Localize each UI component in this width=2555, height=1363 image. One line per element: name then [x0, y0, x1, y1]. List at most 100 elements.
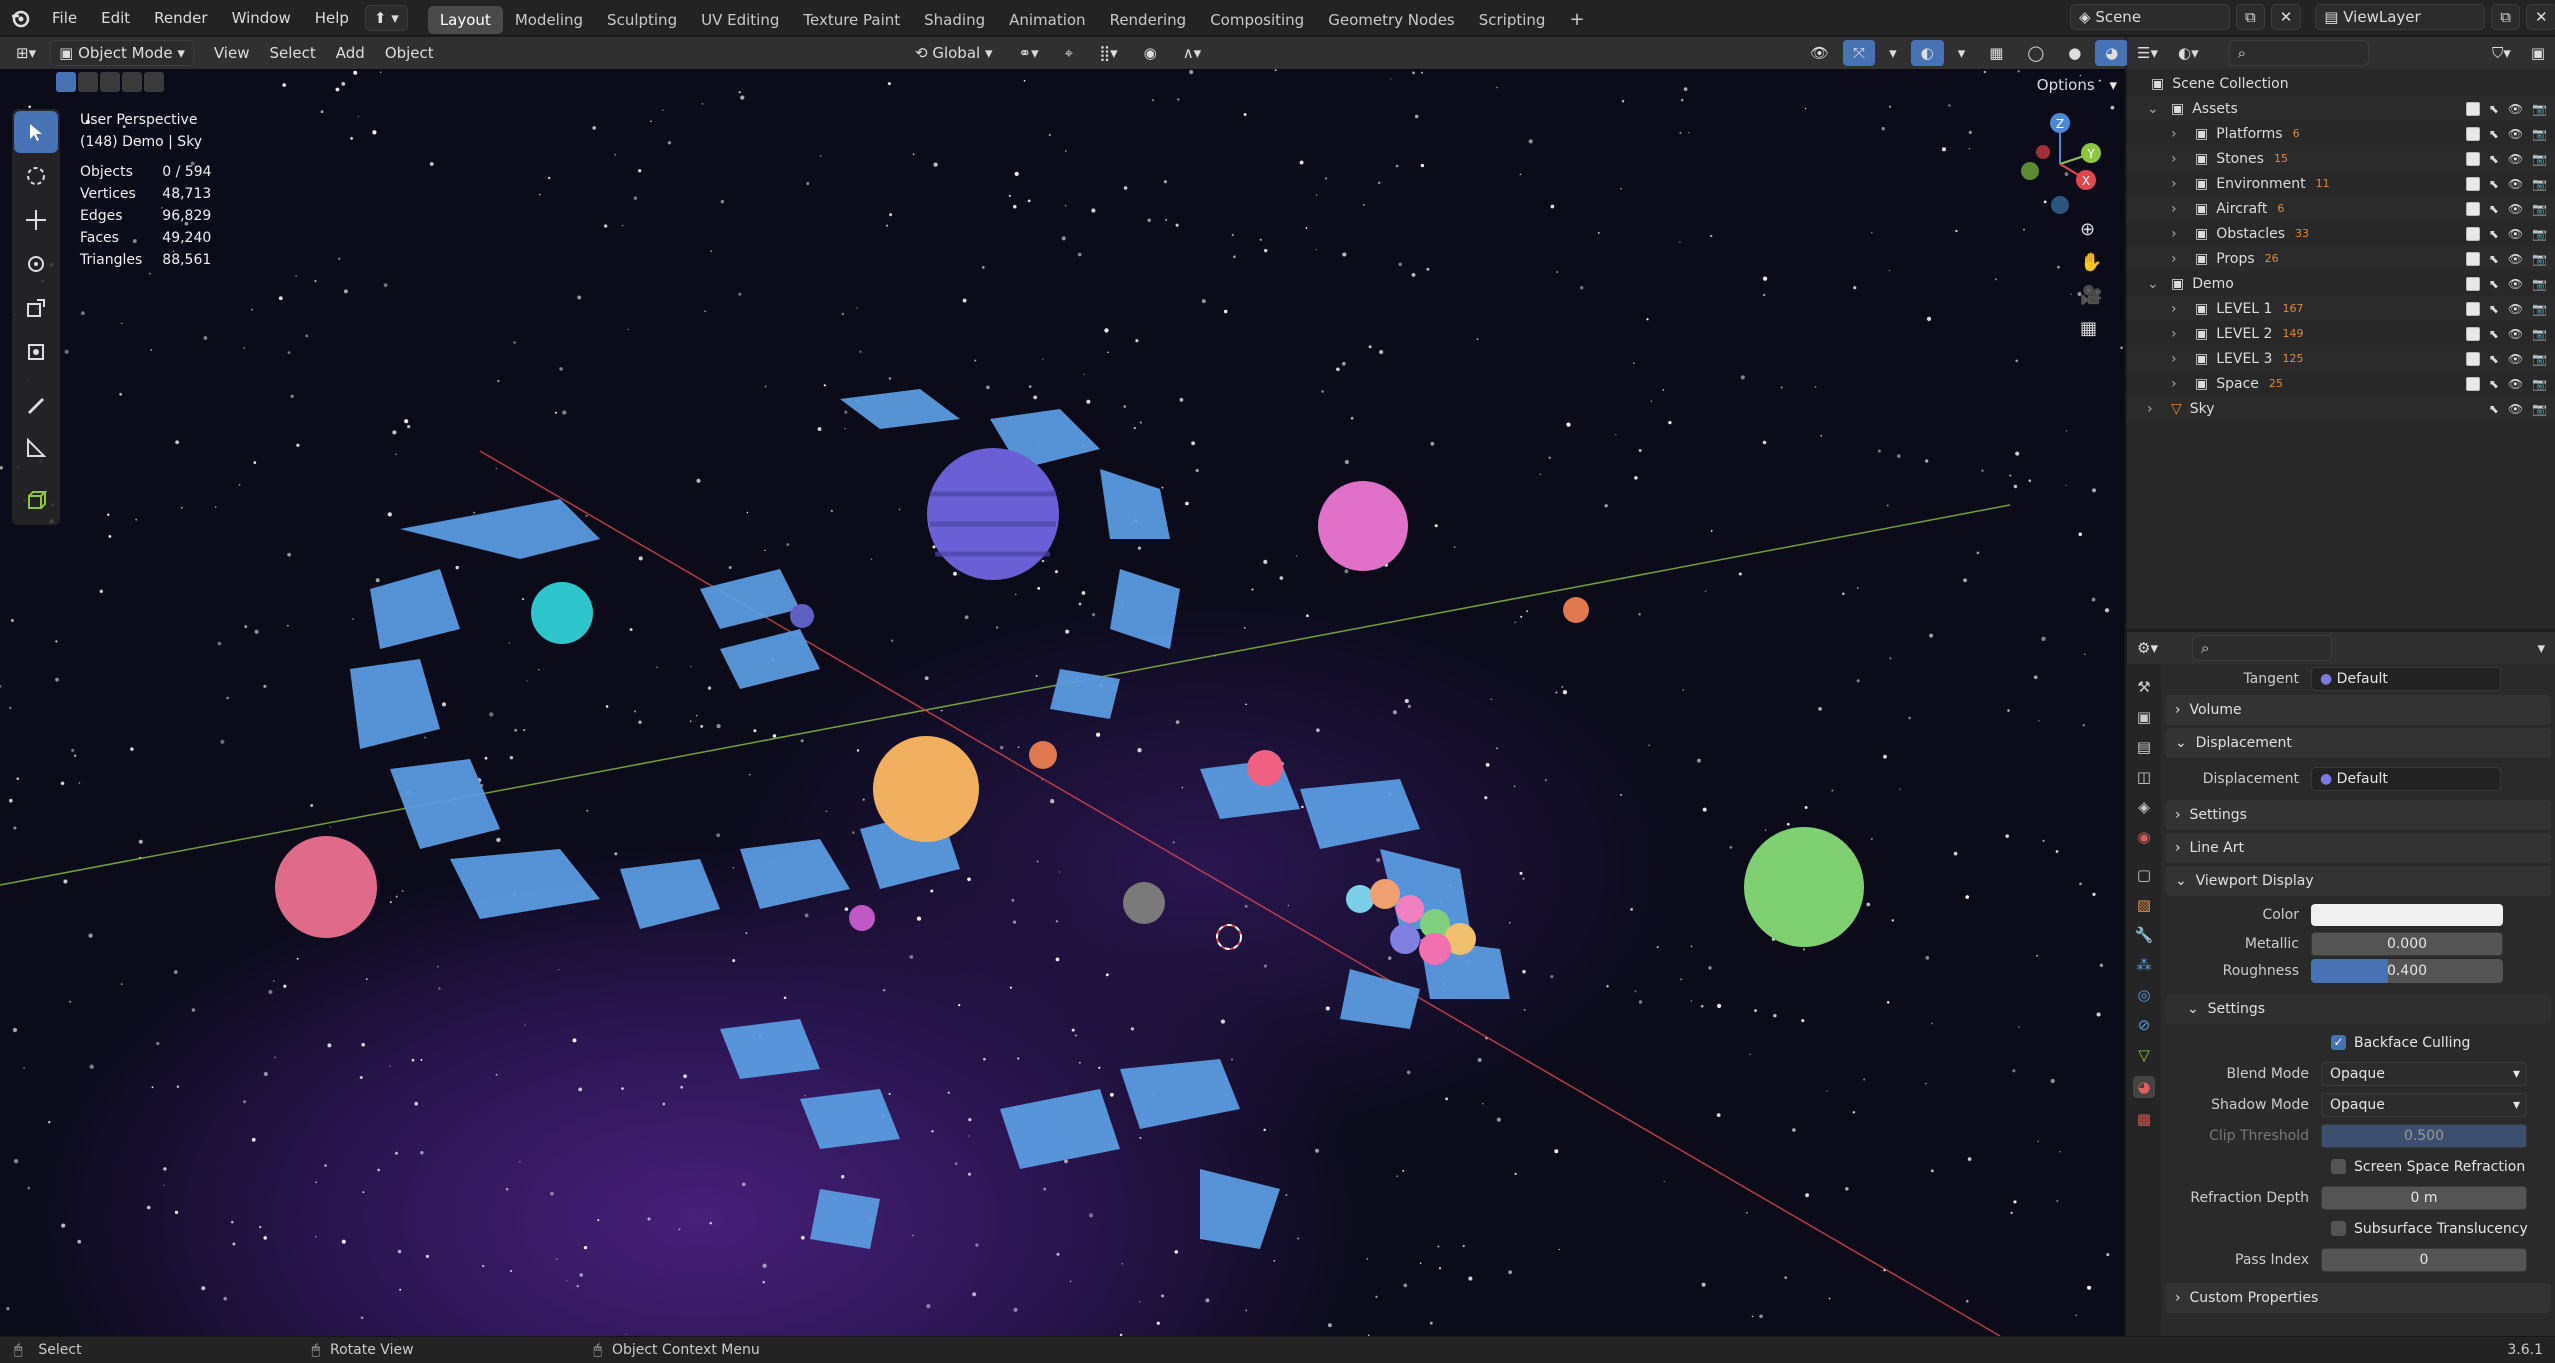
- blender-logo-icon[interactable]: [0, 0, 40, 36]
- eye-icon[interactable]: 👁: [2508, 152, 2523, 166]
- eye-icon[interactable]: 👁: [2508, 377, 2523, 391]
- camera-icon[interactable]: 📷: [2532, 152, 2547, 166]
- transform-tool-icon[interactable]: [14, 331, 58, 373]
- tab-texture-paint[interactable]: Texture Paint: [791, 6, 912, 34]
- camera-icon[interactable]: 📷: [2532, 127, 2547, 141]
- physics-tab-icon[interactable]: ◎: [2137, 986, 2150, 1004]
- wireframe-shading-icon[interactable]: ◯: [2017, 40, 2054, 66]
- snap-icon[interactable]: ⌖: [1055, 40, 1083, 66]
- select-intersect-icon[interactable]: [144, 72, 164, 92]
- transform-orientation-dropdown[interactable]: ⟲ Global ▾: [905, 40, 1003, 66]
- material-shading-icon[interactable]: ◕: [2095, 40, 2129, 66]
- annotate-tool-icon[interactable]: [14, 383, 58, 425]
- roughness-slider[interactable]: 0.400: [2311, 958, 2503, 983]
- solid-shading-icon[interactable]: ●: [2058, 40, 2091, 66]
- select-new-icon[interactable]: [56, 72, 76, 92]
- chevron-right-icon[interactable]: ›: [2171, 226, 2187, 242]
- eye-icon[interactable]: 👁: [2508, 227, 2523, 241]
- tab-scripting[interactable]: Scripting: [1467, 6, 1558, 34]
- gizmo-icon[interactable]: ⤧: [1843, 40, 1876, 66]
- outliner-row[interactable]: › ▽ Sky ⬉ 👁 📷: [2127, 396, 2555, 421]
- select-arrow-icon[interactable]: ⬉: [2489, 402, 2499, 416]
- color-swatch[interactable]: [2311, 904, 2503, 926]
- include-checkbox[interactable]: [2465, 226, 2480, 241]
- menu-add[interactable]: Add: [326, 40, 375, 66]
- outliner-search-input[interactable]: ⌕: [2228, 40, 2369, 66]
- pass-index-field[interactable]: 0: [2321, 1247, 2527, 1272]
- blend-mode-dropdown[interactable]: Opaque ▾: [2321, 1061, 2527, 1086]
- chevron-right-icon[interactable]: ›: [2171, 251, 2187, 267]
- new-view-layer-icon[interactable]: ⧉: [2491, 4, 2521, 30]
- tab-compositing[interactable]: Compositing: [1198, 6, 1316, 34]
- chevron-down-icon[interactable]: ⌄: [2147, 276, 2163, 292]
- select-arrow-icon[interactable]: ⬉: [2489, 277, 2499, 291]
- shadow-mode-dropdown[interactable]: Opaque ▾: [2321, 1092, 2527, 1117]
- texture-tab-icon[interactable]: ▩: [2137, 1110, 2151, 1128]
- include-checkbox[interactable]: [2465, 201, 2480, 216]
- menu-window[interactable]: Window: [220, 0, 303, 36]
- chevron-right-icon[interactable]: ›: [2171, 326, 2187, 342]
- ssr-checkbox[interactable]: [2331, 1159, 2346, 1174]
- display-mode-icon[interactable]: ◐▾: [2168, 40, 2209, 66]
- collection-tab-icon[interactable]: ▢: [2137, 866, 2151, 884]
- tab-modeling[interactable]: Modeling: [503, 6, 595, 34]
- scale-tool-icon[interactable]: [14, 287, 58, 329]
- properties-search-input[interactable]: ⌕: [2191, 635, 2332, 661]
- select-arrow-icon[interactable]: ⬉: [2489, 302, 2499, 316]
- menu-select[interactable]: Select: [259, 40, 325, 66]
- editor-type-icon[interactable]: ⊞▾: [6, 40, 46, 66]
- outliner-row[interactable]: › ▣ Environment 11 ⬉ 👁 📷: [2127, 171, 2555, 196]
- menu-view[interactable]: View: [204, 40, 260, 66]
- visibility-icon[interactable]: 👁▾: [1800, 40, 1839, 88]
- menu-render[interactable]: Render: [142, 0, 219, 36]
- outliner-row-scene-collection[interactable]: ▣ Scene Collection: [2127, 71, 2555, 96]
- measure-tool-icon[interactable]: [14, 427, 58, 469]
- eye-icon[interactable]: 👁: [2508, 402, 2523, 416]
- select-arrow-icon[interactable]: ⬉: [2489, 102, 2499, 116]
- chevron-right-icon[interactable]: ›: [2171, 351, 2187, 367]
- outliner-row[interactable]: › ▣ Aircraft 6 ⬉ 👁 📷: [2127, 196, 2555, 221]
- outliner-row[interactable]: › ▣ LEVEL 3 125 ⬉ 👁 📷: [2127, 346, 2555, 371]
- select-arrow-icon[interactable]: ⬉: [2489, 127, 2499, 141]
- view-layer-tab-icon[interactable]: ◫: [2137, 768, 2151, 786]
- camera-icon[interactable]: 📷: [2532, 352, 2547, 366]
- select-arrow-icon[interactable]: ⬉: [2489, 352, 2499, 366]
- delete-view-layer-icon[interactable]: ✕: [2526, 4, 2555, 30]
- overlays-dropdown-icon[interactable]: ▾: [1948, 40, 1976, 66]
- output-tab-icon[interactable]: ▤: [2137, 738, 2151, 756]
- settings-subpanel[interactable]: ⌄ Settings: [2165, 994, 2551, 1024]
- tangent-field[interactable]: ● Default: [2311, 667, 2501, 691]
- include-checkbox[interactable]: [2465, 251, 2480, 266]
- camera-icon[interactable]: 📷: [2532, 377, 2547, 391]
- metallic-field[interactable]: 0.000: [2311, 931, 2503, 956]
- chevron-right-icon[interactable]: ›: [2171, 126, 2187, 142]
- camera-icon[interactable]: 📷: [2532, 177, 2547, 191]
- eye-icon[interactable]: 👁: [2508, 252, 2523, 266]
- properties-editor-type-icon[interactable]: ⚙▾: [2127, 635, 2168, 661]
- chevron-right-icon[interactable]: ›: [2171, 301, 2187, 317]
- include-checkbox[interactable]: [2465, 376, 2480, 391]
- tab-sculpting[interactable]: Sculpting: [595, 6, 689, 34]
- select-arrow-icon[interactable]: ⬉: [2489, 202, 2499, 216]
- data-tab-icon[interactable]: ▽: [2138, 1046, 2150, 1064]
- new-collection-icon[interactable]: ▣: [2521, 40, 2555, 66]
- outliner-row[interactable]: › ▣ Space 25 ⬉ 👁 📷: [2127, 371, 2555, 396]
- new-scene-icon[interactable]: ⧉: [2236, 4, 2265, 30]
- camera-icon[interactable]: 📷: [2532, 227, 2547, 241]
- settings-panel[interactable]: › Settings: [2165, 800, 2551, 830]
- menu-object[interactable]: Object: [375, 40, 444, 66]
- move-tool-icon[interactable]: [14, 199, 58, 241]
- select-box-tool-icon[interactable]: [14, 111, 58, 153]
- chevron-right-icon[interactable]: ›: [2171, 201, 2187, 217]
- outliner-row[interactable]: › ▣ Obstacles 33 ⬉ 👁 📷: [2127, 221, 2555, 246]
- volume-panel[interactable]: › Volume: [2165, 695, 2551, 725]
- camera-icon[interactable]: 📷: [2532, 252, 2547, 266]
- backface-culling-checkbox[interactable]: ✓: [2331, 1035, 2346, 1050]
- outliner-row[interactable]: › ▣ Props 26 ⬉ 👁 📷: [2127, 246, 2555, 271]
- tab-geometry-nodes[interactable]: Geometry Nodes: [1316, 6, 1467, 34]
- include-checkbox[interactable]: [2465, 326, 2480, 341]
- camera-icon[interactable]: 📷: [2532, 277, 2547, 291]
- navigation-gizmo[interactable]: Z Y X: [2005, 109, 2115, 219]
- rotate-tool-icon[interactable]: [14, 243, 58, 285]
- 3d-viewport[interactable]: User Perspective (148) Demo | Sky Object…: [0, 69, 2125, 1336]
